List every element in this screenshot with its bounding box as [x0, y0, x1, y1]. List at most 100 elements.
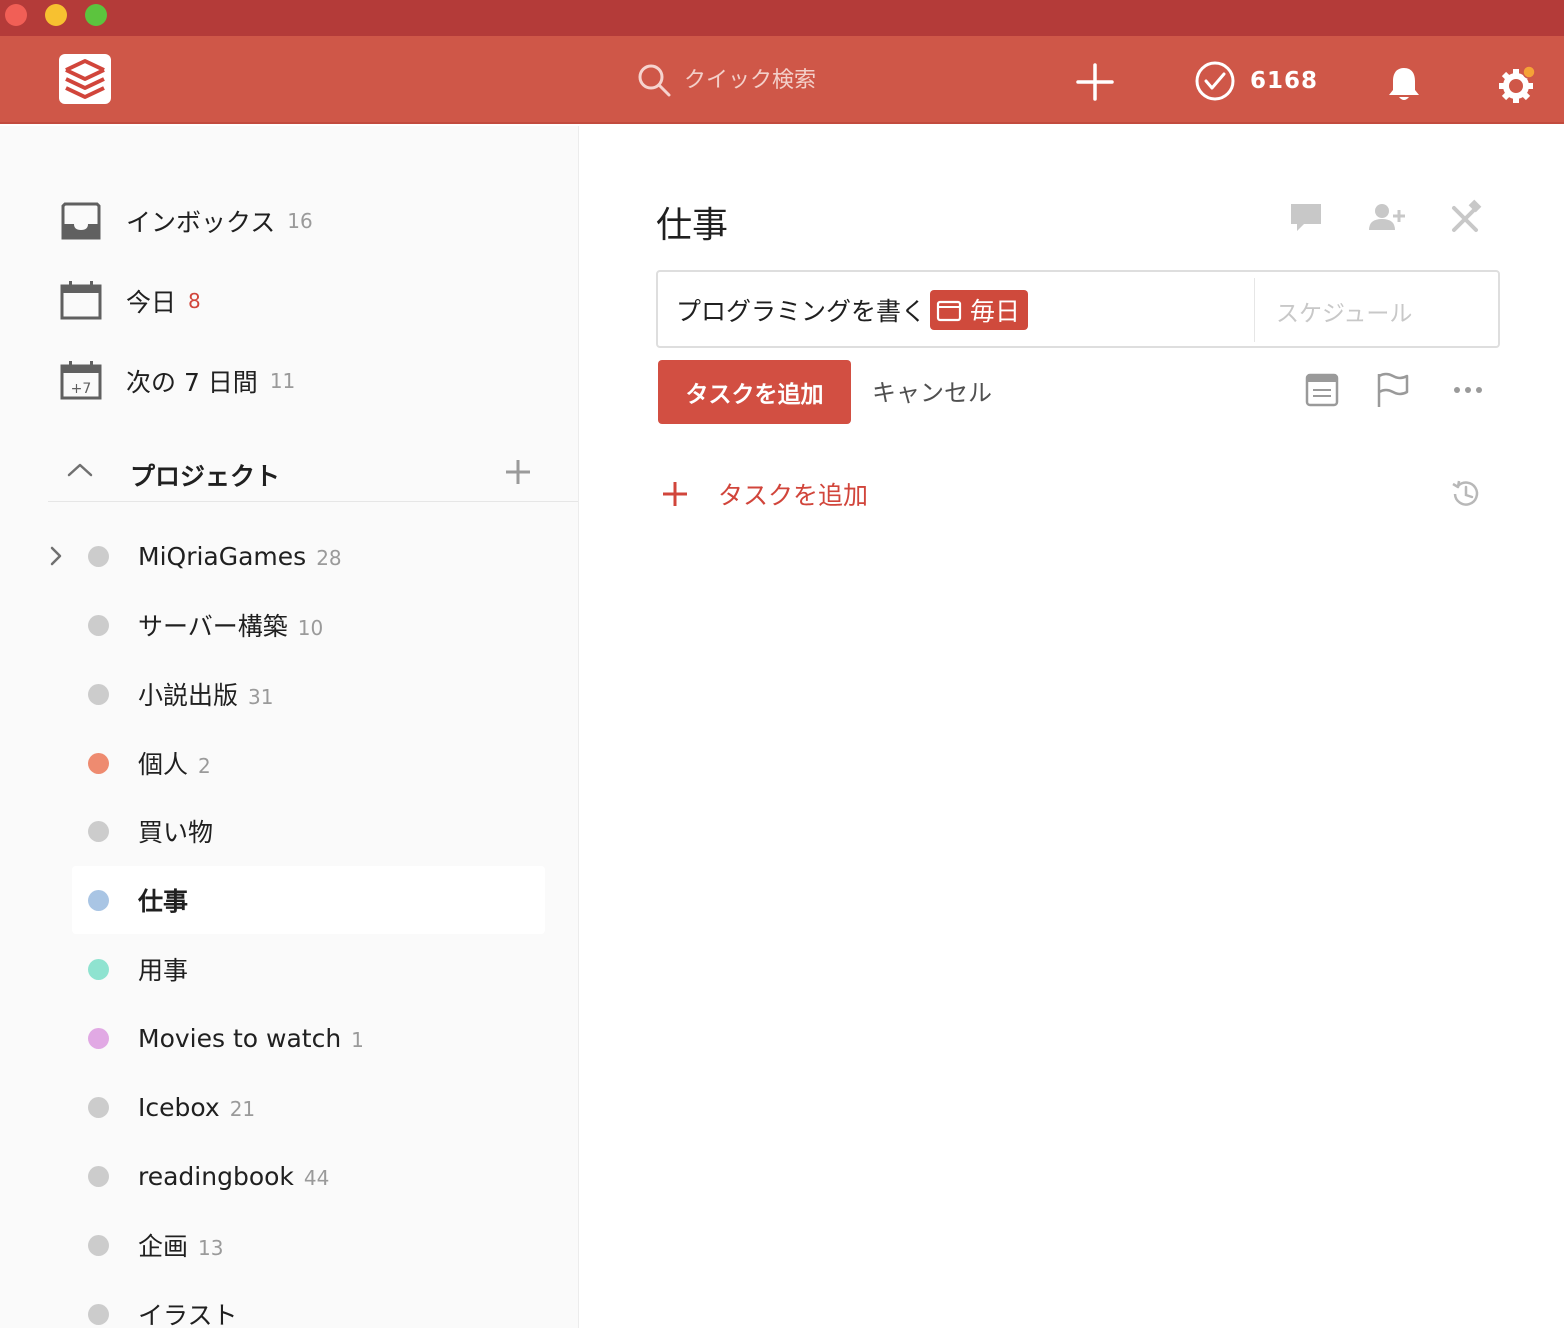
- project-count: 1: [351, 1027, 364, 1052]
- zoom-window-button[interactable]: [85, 4, 107, 26]
- add-person-icon[interactable]: [1366, 198, 1406, 238]
- project-item[interactable]: Icebox 21: [72, 1073, 545, 1141]
- project-color-dot: [88, 752, 109, 774]
- add-task-label: タスクを追加: [718, 481, 869, 510]
- project-count: 21: [229, 1096, 256, 1121]
- add-task-button[interactable]: タスクを追加: [658, 360, 851, 424]
- karma-check-icon: [1195, 61, 1235, 101]
- sidebar-item-inbox[interactable]: インボックス 16: [58, 196, 313, 246]
- project-name: readingbook: [138, 1161, 294, 1191]
- quick-add-plus-icon[interactable]: [1075, 62, 1115, 102]
- project-count: 13: [198, 1236, 224, 1260]
- project-name: サーバー構築: [138, 612, 288, 641]
- project-count: 10: [297, 616, 324, 640]
- karma-count: 6168: [1250, 68, 1319, 94]
- sidebar-item-next-7-days[interactable]: +7 次の 7 日間 11: [58, 356, 295, 406]
- project-name: 企画: [138, 1232, 189, 1261]
- search-icon: [638, 64, 671, 97]
- project-color-dot: [88, 1234, 109, 1256]
- project-item[interactable]: 個人 2: [72, 729, 545, 797]
- gear-icon[interactable]: [1496, 64, 1540, 104]
- note-icon[interactable]: [1302, 370, 1342, 410]
- bell-icon[interactable]: [1386, 64, 1422, 104]
- project-color-dot: [88, 889, 109, 911]
- main-content: 仕事 プログラミングを書く 毎日 スケジュール タスクを追加 キャンセル タスク…: [580, 126, 1564, 1328]
- project-count: 44: [303, 1165, 330, 1190]
- sidebar-item-label: インボックス: [126, 208, 276, 237]
- task-content-input[interactable]: プログラミングを書く 毎日: [676, 288, 1029, 332]
- chevron-right-icon[interactable]: [46, 544, 66, 568]
- sidebar-item-today[interactable]: 今日 8: [58, 276, 201, 326]
- sidebar: インボックス 16 今日 8 +7 次の 7 日間 11 プロジェクト MiQr…: [0, 126, 579, 1328]
- sidebar-item-label: 今日: [126, 288, 177, 317]
- schedule-field[interactable]: スケジュール: [1276, 294, 1412, 328]
- project-color-dot: [88, 683, 109, 705]
- projects-header: プロジェクト: [48, 438, 578, 502]
- minimize-window-button[interactable]: [45, 4, 67, 26]
- chevron-up-icon[interactable]: [64, 454, 96, 486]
- editor-divider: [1254, 278, 1255, 342]
- project-name: Icebox: [138, 1092, 220, 1122]
- project-item[interactable]: 企画 13: [72, 1211, 545, 1279]
- calendar-today-icon: [60, 281, 102, 320]
- cancel-button[interactable]: キャンセル: [872, 373, 992, 408]
- history-icon[interactable]: [1448, 476, 1484, 512]
- project-item[interactable]: サーバー構築 10: [72, 591, 545, 659]
- sidebar-item-count: 11: [269, 369, 296, 393]
- plus-icon: [663, 482, 687, 506]
- project-count: 2: [198, 754, 211, 778]
- project-item-active[interactable]: 仕事: [72, 866, 545, 934]
- close-window-button[interactable]: [5, 4, 27, 26]
- project-item[interactable]: Movies to watch 1: [72, 1004, 545, 1072]
- sidebar-item-count: 8: [188, 289, 201, 313]
- tools-icon[interactable]: [1446, 198, 1486, 238]
- project-name: Movies to watch: [138, 1023, 342, 1053]
- comment-icon[interactable]: [1286, 198, 1326, 238]
- project-color-dot: [88, 1303, 109, 1325]
- sidebar-item-label: 次の 7 日間: [126, 368, 258, 397]
- project-item[interactable]: イラスト: [72, 1280, 545, 1328]
- more-options-icon[interactable]: [1448, 370, 1488, 410]
- date-tag[interactable]: 毎日: [930, 290, 1029, 330]
- project-count: 31: [248, 685, 274, 709]
- sidebar-item-count: 16: [287, 209, 313, 233]
- project-color-dot: [88, 820, 109, 842]
- project-color-dot: [88, 1027, 109, 1049]
- project-name: 買い物: [138, 818, 214, 847]
- project-name: MiQriaGames: [138, 541, 307, 571]
- project-name: 仕事: [138, 887, 189, 916]
- project-count: 28: [316, 545, 342, 570]
- project-color-dot: [88, 958, 109, 980]
- page-title: 仕事: [656, 205, 729, 246]
- inbox-icon: [61, 202, 101, 240]
- calendar-week-icon: +7: [60, 361, 102, 400]
- project-color-dot: [88, 1096, 109, 1118]
- project-name: 用事: [138, 956, 189, 985]
- search-input[interactable]: [684, 67, 984, 93]
- project-color-dot: [88, 545, 109, 567]
- project-name: イラスト: [138, 1301, 238, 1328]
- project-item[interactable]: 買い物: [72, 797, 545, 865]
- projects-title: プロジェクト: [130, 462, 281, 491]
- project-name: 小説出版: [138, 681, 239, 710]
- karma-productivity[interactable]: 6168: [1194, 60, 1318, 102]
- project-name: 個人: [138, 750, 189, 779]
- task-text: プログラミングを書く: [676, 297, 927, 326]
- project-item[interactable]: 小説出版 31: [72, 660, 545, 728]
- project-item[interactable]: 用事: [72, 935, 545, 1003]
- project-item[interactable]: readingbook 44: [72, 1142, 545, 1210]
- add-task-link[interactable]: タスクを追加: [660, 476, 868, 512]
- window-titlebar: [0, 0, 1564, 36]
- project-item[interactable]: MiQriaGames 28: [72, 522, 545, 590]
- flag-icon[interactable]: [1372, 370, 1412, 410]
- date-tag-label: 毎日: [970, 297, 1021, 326]
- top-bar: 6168: [0, 36, 1564, 124]
- calendar-icon: [936, 300, 962, 322]
- project-color-dot: [88, 1165, 109, 1187]
- task-editor[interactable]: プログラミングを書く 毎日 スケジュール: [656, 270, 1500, 348]
- todoist-logo-icon[interactable]: [59, 54, 111, 104]
- quick-search[interactable]: [636, 60, 984, 100]
- svg-text:+7: +7: [71, 381, 92, 397]
- add-project-plus-icon[interactable]: [502, 456, 534, 488]
- project-color-dot: [88, 614, 109, 636]
